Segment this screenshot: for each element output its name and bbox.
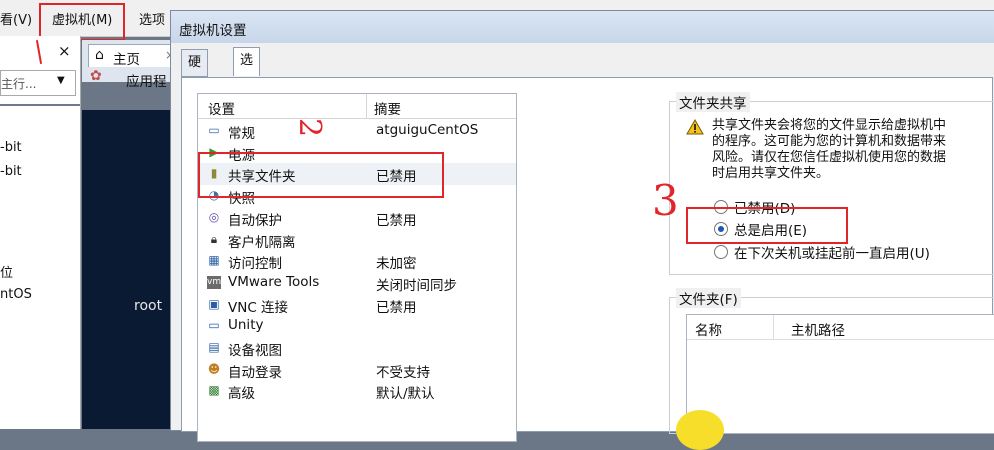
vm-console[interactable]: root <box>82 110 172 429</box>
library-search-dropdown[interactable]: 主行... ▼ <box>0 70 76 96</box>
settings-list: 设置 摘要 ▭ 常规 atguiguCentOS ▶ 电源 ▮ 共享文件夹 已禁用 ◔ 快照 ◎ 自动… <box>197 93 517 442</box>
warning-line: 时启用共享文件夹。 <box>712 166 830 181</box>
annotation-mark-2: 2 <box>292 117 328 138</box>
tab-home[interactable]: ⌂ 主页 × <box>88 44 176 68</box>
library-item[interactable]: 位 <box>0 262 13 281</box>
sharing-warning-text: 共享文件夹会将您的文件显示给虚拟机中 的程序。这可能为您的计算机和数据带来 风险… <box>712 118 946 182</box>
tab-options[interactable]: 选项 <box>233 47 261 94</box>
settings-row-summary: 默认/默认 <box>376 386 435 403</box>
library-panel: × 主行... ▼ -bit -bit 位 ntOS <box>0 36 81 429</box>
settings-row-name: 自动保护 <box>228 212 282 229</box>
lock-icon: 🔒︎ <box>210 231 218 246</box>
menu-options[interactable]: 选项 <box>139 9 165 28</box>
dialog-title: 虚拟机设置 <box>179 23 247 39</box>
column-divider <box>773 315 774 339</box>
folder-sharing-group: 文件夹共享 共享文件夹会将您的文件显示给虚拟机中 的程序。这可能为您的计算机和数… <box>669 92 994 275</box>
settings-row[interactable]: ☻ 自动登录 不受支持 <box>198 359 516 381</box>
settings-row-name: 常规 <box>228 126 255 142</box>
vmware-tools-icon: vm <box>207 275 222 289</box>
settings-row-summary: 已禁用 <box>376 299 417 316</box>
settings-row-summary: 关闭时间同步 <box>376 277 457 294</box>
settings-row[interactable]: ▩ 高级 默认/默认 <box>198 380 516 403</box>
column-name[interactable]: 名称 <box>695 319 722 339</box>
console-username: root <box>134 298 163 314</box>
advanced-icon: ▩ <box>208 383 220 398</box>
access-control-icon: ▦ <box>208 253 220 268</box>
chevron-down-icon: ▼ <box>57 75 65 86</box>
autologin-icon: ☻ <box>207 361 221 376</box>
warning-line: 的程序。这可能为您的计算机和数据带来 <box>712 134 947 149</box>
tab-home-label: 主页 <box>113 52 140 68</box>
column-setting[interactable]: 设置 <box>208 98 235 118</box>
divider <box>0 104 80 106</box>
settings-row[interactable]: ▤ 设备视图 <box>198 337 516 360</box>
close-icon[interactable]: × <box>58 42 71 60</box>
settings-row-name: 高级 <box>228 386 255 403</box>
folders-legend: 文件夹(F) <box>676 288 741 308</box>
settings-row-name: 设备视图 <box>228 343 282 359</box>
app-icon: ✿ <box>90 68 102 84</box>
tab-app-label[interactable]: 应用程 <box>126 70 167 90</box>
settings-row[interactable]: ▭ Unity <box>198 315 516 337</box>
cursor-highlight <box>676 410 724 450</box>
tab-strip: ⌂ 主页 × ✿ 应用程 <box>82 40 176 90</box>
general-icon: ▭ <box>208 123 220 137</box>
unity-icon: ▭ <box>208 318 220 333</box>
column-summary[interactable]: 摘要 <box>374 98 401 118</box>
autoprotect-icon: ◎ <box>208 209 220 224</box>
settings-row-summary: atguiguCentOS <box>376 122 479 138</box>
settings-list-header: 设置 摘要 <box>198 94 516 119</box>
settings-row-summary: 未加密 <box>376 256 417 273</box>
settings-row-name: VMware Tools <box>228 273 320 290</box>
settings-row-name: VNC 连接 <box>228 299 289 316</box>
warning-line: 共享文件夹会将您的文件显示给虚拟机中 <box>712 118 947 133</box>
vnc-icon: ▣ <box>208 296 220 311</box>
folders-group: 文件夹(F) 名称 主机路径 <box>669 288 994 434</box>
settings-row[interactable]: ◎ 自动保护 已禁用 <box>198 207 516 229</box>
column-divider <box>366 94 367 118</box>
settings-row-summary: 不受支持 <box>376 364 430 381</box>
annotation-box-shared-folders <box>198 152 444 198</box>
settings-row[interactable]: ▣ VNC 连接 已禁用 <box>198 294 516 316</box>
settings-row-name: 访问控制 <box>228 256 282 273</box>
vm-settings-dialog: 虚拟机设置 硬件 选项 设置 摘要 ▭常规atguiguCentOS▶电源▮共享… <box>170 10 994 442</box>
settings-row-name: Unity <box>228 317 264 334</box>
menu-view[interactable]: 看(V) <box>0 9 32 28</box>
annotation-box-always-enabled <box>686 207 848 244</box>
library-item[interactable]: -bit <box>0 140 22 155</box>
settings-row[interactable]: vm VMware Tools 关闭时间同步 <box>198 272 516 294</box>
settings-row-name: 客户机隔离 <box>228 234 296 251</box>
settings-row-name: 自动登录 <box>228 364 282 381</box>
settings-row[interactable]: 🔒︎ 客户机隔离 <box>198 229 516 251</box>
tab-hardware[interactable]: 硬件 <box>181 49 209 96</box>
dropdown-text: 主行... <box>1 77 37 91</box>
folders-table[interactable]: 名称 主机路径 <box>686 314 994 434</box>
library-item[interactable]: ntOS <box>0 287 32 302</box>
home-icon: ⌂ <box>95 47 104 63</box>
warning-icon <box>686 119 704 135</box>
dialog-titlebar[interactable]: 虚拟机设置 <box>171 11 994 43</box>
radio-label: 在下次关机或挂起前一直启用(U) <box>734 246 930 262</box>
settings-row[interactable]: ▦ 访问控制 未加密 <box>198 250 516 273</box>
folders-table-header: 名称 主机路径 <box>687 315 994 340</box>
device-view-icon: ▤ <box>208 340 220 354</box>
warning-line: 风险。请仅在您信任虚拟机使用您的数据 <box>712 150 947 165</box>
annotation-mark-3: 3 <box>652 176 679 225</box>
folder-sharing-legend: 文件夹共享 <box>676 92 750 112</box>
library-item[interactable]: -bit <box>0 164 22 179</box>
settings-row-summary: 已禁用 <box>376 212 417 229</box>
radio-button[interactable] <box>714 245 728 259</box>
column-host-path[interactable]: 主机路径 <box>791 319 845 339</box>
settings-row[interactable]: ▭ 常规 atguiguCentOS <box>198 120 516 142</box>
